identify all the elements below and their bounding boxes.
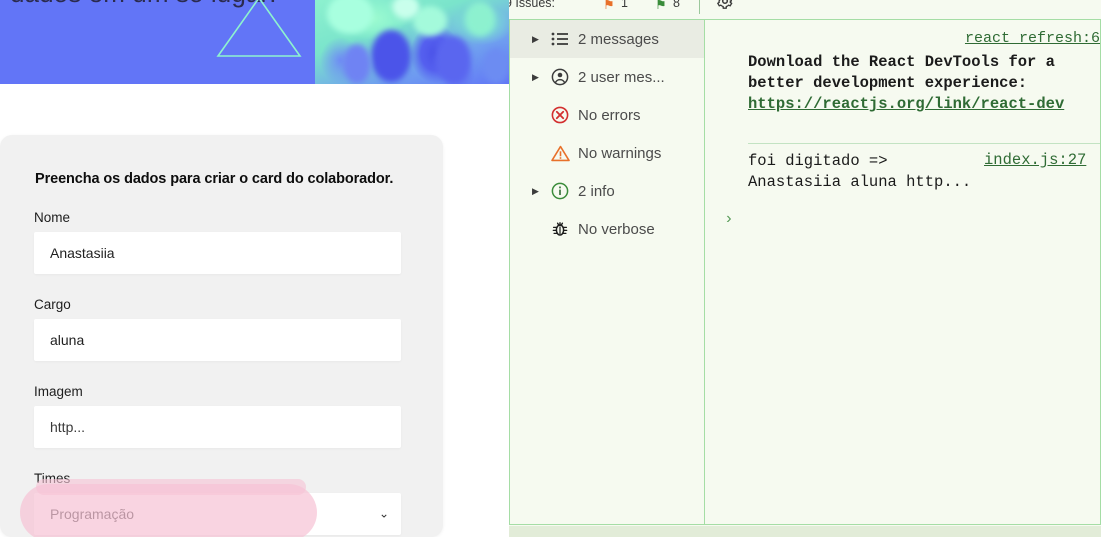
cargo-input[interactable]: [34, 319, 401, 361]
devtools-panel: 9 Issues: ⚑ 1 ⚑ 8 ▶ 2 messages ▶ 2 user …: [509, 0, 1101, 537]
form-title: Preencha os dados para criar o card do c…: [35, 171, 394, 187]
console-sidebar: ▶ 2 messages ▶ 2 user mes... No errors N…: [510, 20, 705, 524]
triangle-outline-icon: [216, 0, 302, 57]
console-body: ▶ 2 messages ▶ 2 user mes... No errors N…: [509, 19, 1101, 525]
sidebar-label-verbose: No verbose: [578, 220, 655, 238]
expand-arrow-icon[interactable]: ▶: [532, 72, 546, 82]
error-circle-x-icon: [546, 106, 574, 124]
hero-banner: dados em um só lugar!: [0, 0, 509, 84]
user-icon: [546, 68, 574, 86]
field-label-times: Times: [34, 471, 71, 486]
console-log-line-2: Anastasiia aluna http...: [748, 173, 972, 191]
collaborator-form-card: Preencha os dados para criar o card do c…: [0, 135, 443, 537]
flag-green-icon: ⚑: [655, 0, 667, 12]
field-label-cargo: Cargo: [34, 297, 71, 312]
console-source-link-react-refresh[interactable]: react refresh:6: [965, 30, 1100, 47]
sidebar-item-errors[interactable]: ▶ No errors: [510, 96, 704, 134]
form-field-imagem: Imagem: [34, 384, 401, 448]
sidebar-label-messages: 2 messages: [578, 30, 659, 48]
info-circle-icon: [546, 182, 574, 200]
bug-icon: [546, 220, 574, 238]
sidebar-item-messages[interactable]: ▶ 2 messages: [510, 20, 704, 58]
flag-orange-icon: ⚑: [603, 0, 615, 12]
field-label-imagem: Imagem: [34, 384, 83, 399]
toolbar-divider: [699, 0, 700, 14]
form-field-times: Times ⌄: [34, 471, 401, 535]
console-message-divider: [748, 143, 1100, 144]
console-log-line-1: foi digitado =>: [748, 152, 888, 170]
issues-green-count: 8: [673, 0, 680, 10]
console-message-url[interactable]: https://reactjs.org/link/react-dev: [748, 95, 1064, 113]
console-message-line-1: Download the React DevTools for a: [748, 53, 1055, 71]
imagem-input[interactable]: [34, 406, 401, 448]
list-icon: [546, 32, 574, 46]
console-message-react-devtools: Download the React DevTools for a better…: [748, 52, 1100, 115]
form-field-cargo: Cargo: [34, 297, 401, 361]
web-page-viewport: dados em um só lugar! Preencha os dados …: [0, 0, 509, 537]
expand-arrow-icon[interactable]: ▶: [532, 186, 546, 196]
sidebar-label-info: 2 info: [578, 182, 615, 200]
sidebar-item-warnings[interactable]: ▶ No warnings: [510, 134, 704, 172]
issues-label: 9 Issues:: [509, 0, 556, 10]
field-label-nome: Nome: [34, 210, 71, 225]
sidebar-item-info[interactable]: ▶ 2 info: [510, 172, 704, 210]
console-message-pane: react refresh:6 Download the React DevTo…: [706, 20, 1100, 524]
console-source-link-index-js[interactable]: index.js:27: [984, 151, 1086, 169]
console-message-line-2: better development experience:: [748, 74, 1028, 92]
issues-orange-count: 1: [621, 0, 628, 10]
gear-icon[interactable]: [716, 0, 734, 10]
banner-photo: [315, 0, 509, 84]
nome-input[interactable]: [34, 232, 401, 274]
expand-arrow-icon[interactable]: ▶: [532, 34, 546, 44]
form-field-nome: Nome: [34, 210, 401, 274]
warning-triangle-icon: [546, 145, 574, 162]
sidebar-item-user-messages[interactable]: ▶ 2 user mes...: [510, 58, 704, 96]
console-prompt-caret[interactable]: ›: [724, 210, 734, 228]
issues-bar[interactable]: 9 Issues: ⚑ 1 ⚑ 8: [509, 0, 1101, 18]
devtools-footer-strip: [509, 526, 1101, 537]
times-select[interactable]: [34, 493, 401, 535]
sidebar-label-errors: No errors: [578, 106, 641, 124]
sidebar-label-user-messages: 2 user mes...: [578, 68, 665, 86]
sidebar-item-verbose[interactable]: ▶ No verbose: [510, 210, 704, 248]
sidebar-label-warnings: No warnings: [578, 144, 662, 162]
